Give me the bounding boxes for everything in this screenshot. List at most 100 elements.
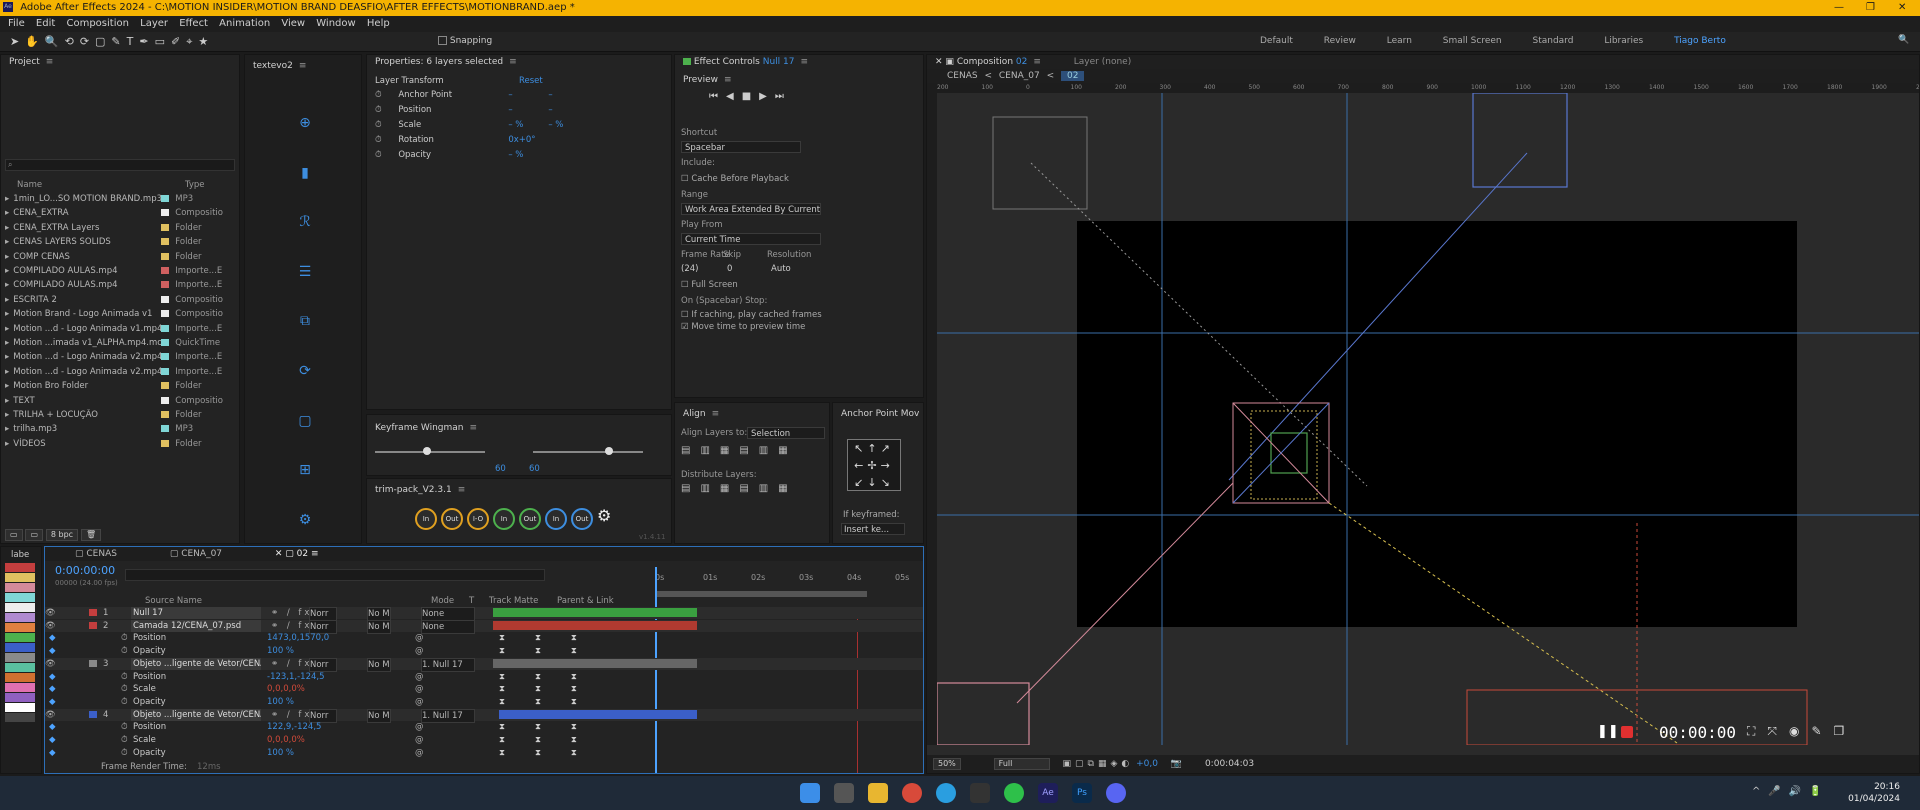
label-swatch[interactable] [5,673,35,682]
project-item[interactable]: ▸ Motion ...d - Logo Animada v1.mp4 Import… [5,323,237,335]
layer-name[interactable]: Objeto ...ligente de Vetor/CENA_07.psd [131,657,261,670]
new-folder-button[interactable]: ▭ [5,529,23,541]
timeline-property-row[interactable]: ◆ ⏱ Opacity 100 % @ ⧗⧗⧗ [45,696,923,708]
project-item[interactable]: ▸ trilha.mp3 MP3 [5,423,237,435]
workspace-review[interactable]: Review [1324,36,1356,46]
workspace-default[interactable]: Default [1260,36,1293,46]
cache-play-checkbox[interactable]: ☐ If caching, play cached frames [681,309,822,321]
project-item[interactable]: ▸ COMP CENAS Folder [5,251,237,263]
layer-name[interactable]: Camada 12/CENA_07.psd [131,619,261,632]
wingman-value-left[interactable]: 60 [495,463,506,475]
breadcrumb-cena07[interactable]: CENA_07 [999,71,1040,81]
stopwatch-icon[interactable]: ⏱ [121,671,128,683]
delete-button[interactable]: 🗑 [80,529,102,541]
timeline-property-row[interactable]: ◆ ⏱ Position 122,9,-124,5 @ ⧗⧗⧗ [45,721,923,733]
taskbar-clock[interactable]: 20:16 01/04/2024 [1840,781,1900,805]
start-icon[interactable] [800,783,820,803]
col-parent[interactable]: Parent & Link [557,595,614,607]
label-color[interactable] [161,310,170,318]
play-from-dropdown[interactable]: Current Time [681,233,821,245]
eye-icon[interactable]: 👁 [45,658,56,670]
zoom-dropdown[interactable]: 50% [933,758,961,770]
timeline-ruler[interactable]: 0s 01s 02s 03s 04s 05s [655,573,919,583]
keyframe-nav-icon[interactable]: ◆ [49,734,56,746]
label-color[interactable] [161,281,170,289]
label-color[interactable] [161,238,170,246]
prop-value[interactable]: 0,0,0,0% [267,683,305,695]
timeline-property-row[interactable]: ◆ ⏱ Position 1473,0,1570,0 @ ⧗⧗⧗ [45,632,923,644]
project-item[interactable]: ▸ TRILHA + LOCUÇÃO Folder [5,409,237,421]
cache-before-playback-checkbox[interactable]: ☐ Cache Before Playback [681,173,789,185]
photoshop-icon[interactable]: Ps [1072,783,1092,803]
prop-value[interactable]: 1473,0,1570,0 [267,632,329,644]
comp-timecode[interactable]: 0:00:04:03 [1205,759,1254,769]
layer-label-color[interactable] [89,621,97,629]
pick-whip-icon[interactable]: @ [415,696,424,708]
stopwatch-icon[interactable]: ⏱ [375,150,382,160]
menu-view[interactable]: View [281,18,305,29]
keyframe-nav-icon[interactable]: ◆ [49,671,56,683]
tool-icons[interactable]: ➤✋🔍⟲⟳▢✎T✒▭✐⌖★ [10,35,214,49]
layer-duration-bar[interactable] [493,608,697,617]
timeline-search-input[interactable] [125,569,545,581]
prop-value[interactable]: 100 % [267,747,294,759]
property-value-1[interactable]: – [508,104,548,116]
stopwatch-icon[interactable]: ⏱ [121,696,128,708]
pick-whip-icon[interactable]: @ [415,721,424,733]
timeline-timecode[interactable]: 0:00:00:00 [55,565,115,577]
pause-icon[interactable]: ❚❚ [1597,724,1619,739]
project-item[interactable]: ▸ 1min_LO...SO MOTION BRAND.mp3 MP3 [5,193,237,205]
full-screen-checkbox[interactable]: ☐ Full Screen [681,279,738,291]
col-mode[interactable]: Mode [431,595,454,607]
stopwatch-icon[interactable]: ⏱ [121,683,128,695]
viewer-options-icons[interactable]: ▣▢⧉▦◈◐ [1063,759,1134,769]
stopwatch-icon[interactable]: ⏱ [375,135,382,145]
label-swatch[interactable] [5,623,35,632]
project-item[interactable]: ▸ VÍDEOS Folder [5,438,237,450]
breadcrumb-cenas[interactable]: CENAS [947,71,978,81]
label-color[interactable] [161,382,170,390]
telegram-icon[interactable] [936,783,956,803]
label-swatch[interactable] [5,703,35,712]
label-swatch[interactable] [5,643,35,652]
stopwatch-icon[interactable]: ⏱ [121,645,128,657]
anchor-grid[interactable]: ↖↑↗ ←✢→ ↙↓↘ [847,439,901,491]
label-swatch[interactable] [5,573,35,582]
new-comp-button[interactable]: ▭ [25,529,43,541]
layer-label-color[interactable] [89,609,97,616]
frame-rate-dropdown[interactable]: (24) [681,263,698,275]
align-buttons[interactable]: ▤▥▦▤▥▦ [681,445,798,456]
keyframe-markers[interactable]: ⧗⧗⧗ [499,747,607,759]
project-item[interactable]: ▸ Motion Bro Folder Folder [5,380,237,392]
workspace-libraries[interactable]: Libraries [1604,36,1643,46]
label-color[interactable] [161,324,170,332]
wingman-handle-right[interactable] [605,447,613,455]
shortcut-dropdown[interactable]: Spacebar [681,141,801,153]
timeline-property-row[interactable]: ◆ ⏱ Scale 0,0,0,0% @ ⧗⧗⧗ [45,734,923,746]
keyframe-markers[interactable]: ⧗⧗⧗ [499,671,607,683]
preview-transport[interactable]: ⏮◀■▶⏭ [709,91,792,102]
col-track-matte[interactable]: Track Matte [489,595,538,607]
col-source-name[interactable]: Source Name [145,595,202,607]
insert-keyframe-dropdown[interactable]: Insert ke... [841,523,905,535]
stopwatch-icon[interactable]: ⏱ [375,120,382,130]
keyframe-nav-icon[interactable]: ◆ [49,696,56,708]
tab-cenas[interactable]: ▢ CENAS [75,549,117,559]
label-color[interactable] [161,295,170,303]
skip-dropdown[interactable]: 0 [727,263,732,275]
menu-help[interactable]: Help [367,18,390,29]
eye-icon[interactable]: 👁 [45,709,56,721]
keyframe-nav-icon[interactable]: ◆ [49,645,56,657]
stopwatch-icon[interactable]: ⏱ [375,105,382,115]
exposure-value[interactable]: +0,0 [1136,759,1158,769]
project-item[interactable]: ▸ Motion ...imada v1_ALPHA.mp4.mov QuickTi… [5,337,237,349]
label-color[interactable] [161,209,170,217]
layer-name[interactable]: Null 17 [131,607,261,619]
timeline-layer-row[interactable]: 👁 3 Objeto ...ligente de Vetor/CENA_07.psd… [45,657,923,672]
property-value-2[interactable]: – % [548,120,563,130]
property-value-2[interactable]: – [548,90,552,100]
layer-name[interactable]: Objeto ...ligente de Vetor/CENA_07.psd [131,708,261,721]
label-color[interactable] [161,411,170,418]
label-swatch[interactable] [5,613,35,622]
layer-duration-bar[interactable] [493,620,697,630]
